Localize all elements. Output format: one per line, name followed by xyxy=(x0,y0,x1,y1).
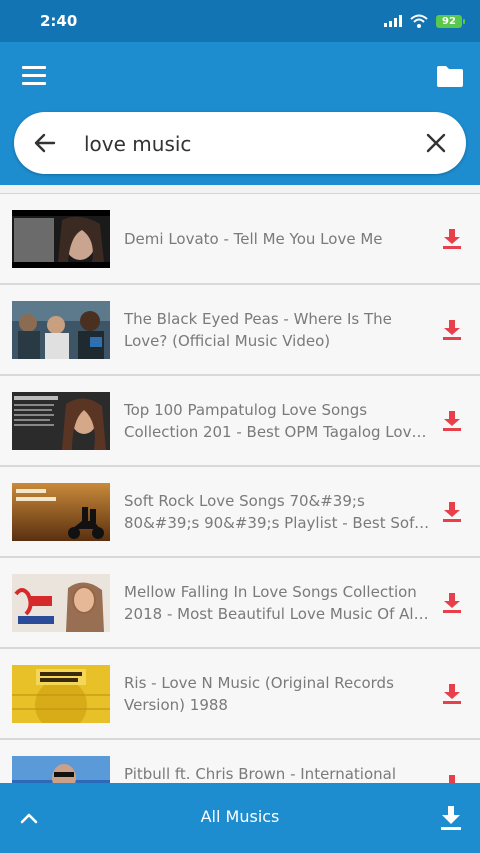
video-thumbnail xyxy=(12,483,110,541)
download-icon[interactable] xyxy=(442,228,462,250)
status-bar: 2:40 92 xyxy=(0,0,480,42)
download-icon[interactable] xyxy=(442,501,462,523)
video-thumbnail xyxy=(12,392,110,450)
list-item[interactable]: Mellow Falling In Love Songs Collection … xyxy=(0,558,480,649)
video-thumbnail xyxy=(12,301,110,359)
video-thumbnail xyxy=(12,665,110,723)
song-title: Pitbull ft. Chris Brown - International … xyxy=(124,764,396,783)
song-title: Mellow Falling In Love Songs Collection … xyxy=(124,582,418,623)
download-icon[interactable] xyxy=(440,805,462,831)
list-item[interactable]: The Black Eyed Peas - Where Is The Love?… xyxy=(0,285,480,376)
all-musics-label[interactable]: All Musics xyxy=(0,807,480,826)
battery-icon: 92 xyxy=(436,14,465,28)
list-item[interactable]: Soft Rock Love Songs 70&#39;s 80&#39;s 9… xyxy=(0,467,480,558)
bottom-bar: All Musics xyxy=(0,783,480,853)
results-list[interactable]: Demi Lovato - Tell Me You Love Me The Bl… xyxy=(0,185,480,783)
download-icon[interactable] xyxy=(442,319,462,341)
menu-icon[interactable] xyxy=(22,66,46,86)
app-bar xyxy=(0,42,480,185)
list-item[interactable]: Pitbull ft. Chris Brown - International … xyxy=(0,740,480,783)
video-thumbnail xyxy=(12,210,110,268)
close-icon[interactable] xyxy=(424,131,448,155)
status-time: 2:40 xyxy=(40,12,78,30)
list-divider xyxy=(0,185,480,194)
search-bar xyxy=(14,112,466,174)
download-icon[interactable] xyxy=(442,683,462,705)
song-title: Top 100 Pampatulog Love Songs Collection… xyxy=(124,400,421,441)
search-input[interactable] xyxy=(82,126,406,162)
status-icons: 92 xyxy=(384,14,465,28)
video-thumbnail xyxy=(12,756,110,783)
arrow-left-icon[interactable] xyxy=(32,130,58,156)
song-title: The Black Eyed Peas - Where Is The Love?… xyxy=(124,309,392,350)
song-title: Soft Rock Love Songs 70&#39;s 80&#39;s 9… xyxy=(124,491,420,532)
list-item[interactable]: Ris - Love N Music (Original Records Ver… xyxy=(0,649,480,740)
download-icon[interactable] xyxy=(442,774,462,783)
list-item[interactable]: Top 100 Pampatulog Love Songs Collection… xyxy=(0,376,480,467)
screen: 2:40 92 love music Demi Lovato - Tell Me… xyxy=(0,0,480,853)
download-icon[interactable] xyxy=(442,592,462,614)
wifi-icon xyxy=(410,14,428,28)
song-title: Demi Lovato - Tell Me You Love Me xyxy=(124,229,383,248)
video-thumbnail xyxy=(12,574,110,632)
signal-icon xyxy=(384,15,402,27)
download-icon[interactable] xyxy=(442,410,462,432)
song-title: Ris - Love N Music (Original Records Ver… xyxy=(124,673,394,714)
folder-icon[interactable] xyxy=(436,64,464,88)
list-item[interactable]: Demi Lovato - Tell Me You Love Me xyxy=(0,194,480,285)
